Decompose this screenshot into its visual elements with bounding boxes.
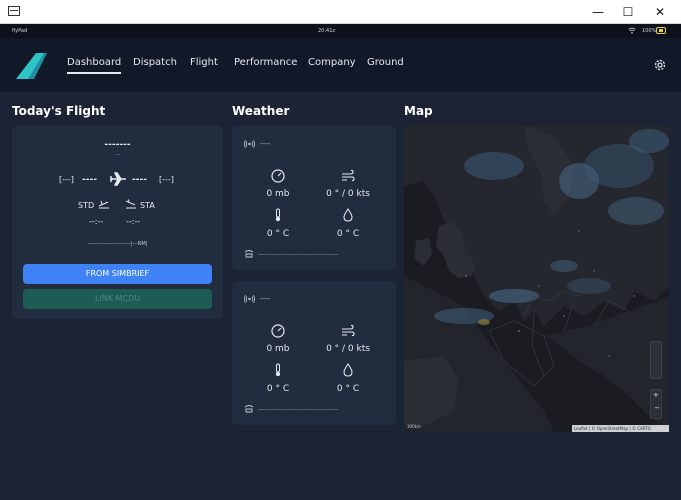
maximize-button[interactable]: ☐ [613,0,643,24]
sta-time: --:-- [126,217,141,226]
tab-dashboard[interactable]: Dashboard [67,57,122,74]
zoom-in-icon[interactable]: + [653,391,659,399]
radio-tower-icon [244,139,255,149]
close-button[interactable]: ✕ [645,0,675,24]
wind-value: 0 ° / 0 kts [326,344,370,354]
map-scale-bar: 300km [407,424,421,429]
top-navigation: Dashboard Dispatch Flight Performance Co… [0,38,681,92]
airline-subtext: --- [114,152,121,158]
dewpoint-drop-icon [343,208,353,222]
landing-icon [125,199,136,209]
metar-icon [244,405,254,413]
tab-flight[interactable]: Flight [190,57,218,68]
radio-tower-icon [244,294,255,304]
status-time: 20:41z [318,28,336,34]
destination-dashes: ---- [132,175,147,185]
weather-title: Weather [232,104,290,118]
tab-performance[interactable]: Performance [234,57,297,68]
map-attribution[interactable]: Leaflet | © OpenStreetMap | © CARTO [572,425,669,432]
status-bar: flyPad 20:41z 100% [0,24,681,38]
map-layer-control[interactable] [650,341,662,379]
window-title-bar: — ☐ ✕ [0,0,681,24]
link-mcdu-button[interactable]: LINK MCDU [23,289,212,309]
gauge-icon [271,324,285,338]
todays-flight-title: Today's Flight [12,104,106,118]
station-code: ---- [260,140,271,148]
std-time: --:-- [89,217,104,226]
zoom-out-icon[interactable]: − [654,404,660,412]
wind-icon [342,324,355,337]
thermometer-icon [275,363,281,377]
origin-dashes: ---- [82,175,97,185]
map-zoom-control[interactable]: + − [650,389,662,419]
weather-panel-2: ---- 0 mb 0 ° / 0 kts 0 ° C 0 ° C ------… [232,281,396,425]
dewpoint-value: 0 ° C [336,229,360,239]
flight-number: ------- [104,140,131,150]
wind-value: 0 ° / 0 kts [326,189,370,199]
map-title: Map [404,104,433,118]
dewpoint-value: 0 ° C [336,384,360,394]
status-left-label: flyPad [12,28,28,34]
battery-icon [656,27,666,34]
wifi-icon [628,27,636,34]
temperature-value: 0 ° C [266,384,290,394]
thermometer-icon [275,208,281,222]
metar-text: ------------------------------------- [258,251,339,258]
route-distance: ------------------------|---NM| [87,241,148,247]
tab-dispatch[interactable]: Dispatch [133,57,177,68]
std-label: STD [78,201,95,210]
map-layer [404,126,669,432]
tab-ground[interactable]: Ground [367,57,404,68]
metar-icon [244,250,254,258]
flybywire-logo-icon [16,53,47,79]
metar-text: ------------------------------------- [258,406,339,413]
battery-percent: 100% [642,28,657,34]
station-code: ---- [260,295,271,303]
minimize-button[interactable]: — [583,0,613,24]
app-window-icon [8,6,20,16]
tab-company[interactable]: Company [308,57,356,68]
airplane-icon [109,172,126,186]
weather-panel-1: ---- 0 mb 0 ° / 0 kts 0 ° C 0 ° C ------… [232,126,396,270]
gear-icon[interactable] [653,58,667,72]
sta-label: STA [140,201,155,210]
weather-map[interactable] [404,126,669,432]
gauge-icon [271,169,285,183]
temperature-value: 0 ° C [266,229,290,239]
from-simbrief-button[interactable]: FROM SIMBRIEF [23,264,212,284]
takeoff-icon [98,200,109,209]
wind-icon [342,169,355,182]
destination-code: [---] [159,175,174,184]
pressure-value: 0 mb [266,189,290,199]
dewpoint-drop-icon [343,363,353,377]
origin-code: [---] [59,175,74,184]
pressure-value: 0 mb [266,344,290,354]
todays-flight-card: ------- --- [---] ---- ---- [---] STD ST… [12,126,223,319]
